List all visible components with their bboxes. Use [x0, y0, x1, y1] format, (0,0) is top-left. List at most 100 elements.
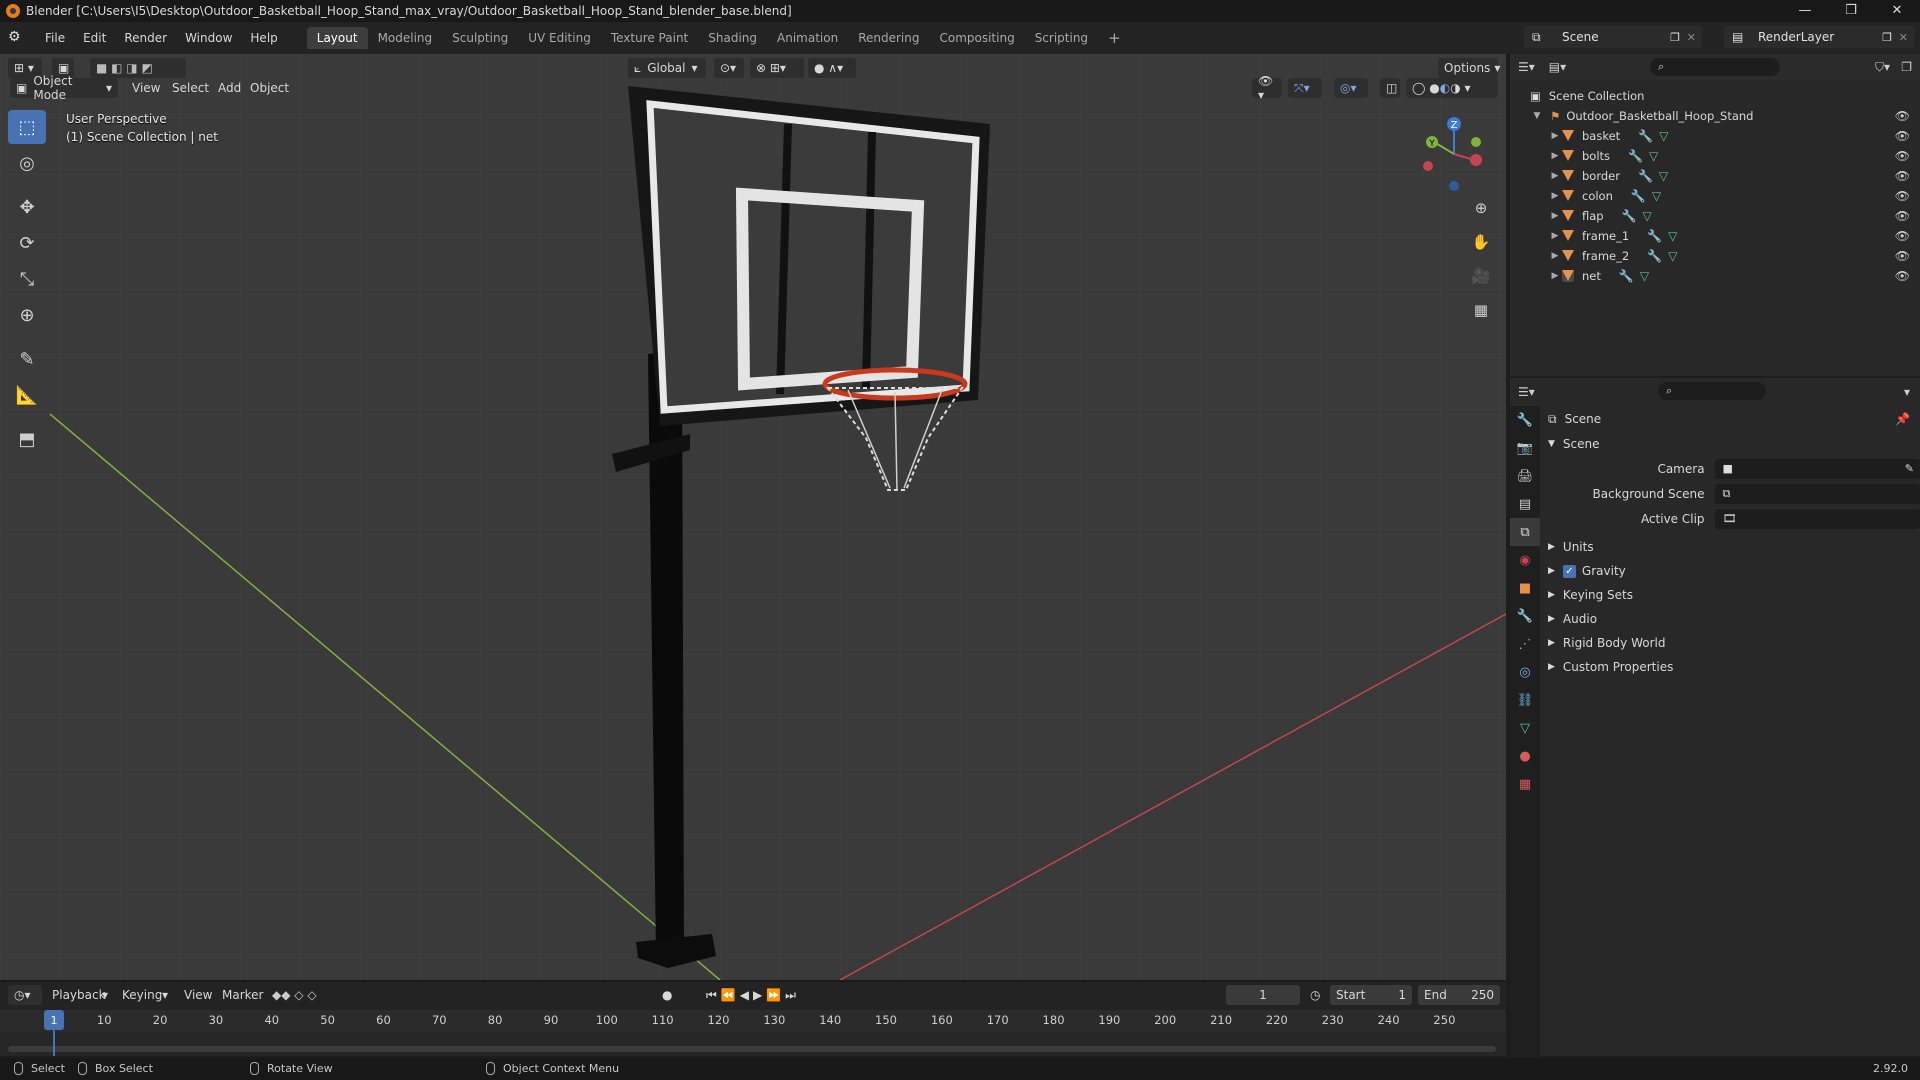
- active-clip-input[interactable]: 🎞: [1714, 508, 1920, 529]
- expand-triangle-icon[interactable]: ▶: [1548, 171, 1562, 181]
- panel-gravity[interactable]: ▶ ✓ Gravity: [1540, 559, 1920, 583]
- particles-tab-icon[interactable]: ⋰: [1510, 630, 1540, 658]
- record-button[interactable]: ●: [662, 985, 672, 1005]
- expand-triangle-icon[interactable]: ▶: [1548, 151, 1562, 161]
- preview-range-icon[interactable]: ◷: [1310, 985, 1320, 1005]
- menu-edit[interactable]: Edit: [74, 26, 115, 50]
- panel-custom-properties[interactable]: ▶ Custom Properties: [1540, 655, 1920, 679]
- modifier-mesh-icons[interactable]: 🔧 ▽: [1647, 249, 1677, 263]
- eye-icon[interactable]: 👁: [1895, 209, 1910, 223]
- outliner-object[interactable]: ▶ frame_1 🔧 ▽ 👁: [1510, 226, 1920, 246]
- timeline-menu-marker[interactable]: Marker: [222, 985, 263, 1005]
- modifier-mesh-icons[interactable]: 🔧 ▽: [1638, 169, 1668, 183]
- playhead[interactable]: 1: [44, 1010, 64, 1030]
- outliner-object[interactable]: ▶ basket 🔧 ▽ 👁: [1510, 126, 1920, 146]
- outliner-object[interactable]: ▶ bolts 🔧 ▽ 👁: [1510, 146, 1920, 166]
- end-frame-field[interactable]: End 250: [1418, 985, 1500, 1005]
- keyframe-buttons[interactable]: ◆◆ ◇ ◇: [272, 985, 317, 1005]
- menu-window[interactable]: Window: [176, 26, 241, 50]
- outliner-object[interactable]: ▶ colon 🔧 ▽ 👁: [1510, 186, 1920, 206]
- tab-scripting[interactable]: Scripting: [1025, 27, 1098, 49]
- background-scene-input[interactable]: ⧉: [1714, 483, 1920, 504]
- material-tab-icon[interactable]: ●: [1510, 742, 1540, 770]
- menu-render[interactable]: Render: [115, 26, 176, 50]
- eye-icon[interactable]: 👁: [1895, 249, 1910, 263]
- cursor-tool-icon[interactable]: ◎: [8, 146, 46, 180]
- modifier-tab-icon[interactable]: 🔧: [1510, 602, 1540, 630]
- eyedropper-icon[interactable]: ✎: [1905, 462, 1914, 475]
- expand-triangle-icon[interactable]: ▶: [1548, 231, 1562, 241]
- panel-scene[interactable]: ▼ Scene: [1540, 432, 1920, 456]
- navigation-gizmo[interactable]: Z Y: [1412, 112, 1492, 192]
- eye-icon[interactable]: 👁: [1895, 229, 1910, 243]
- menu-help[interactable]: Help: [241, 26, 286, 50]
- transform-tool-icon[interactable]: ⊕: [8, 298, 46, 332]
- select-box-tool-icon[interactable]: ⬚: [8, 110, 46, 144]
- viewport-menu-add[interactable]: Add: [218, 78, 241, 98]
- mesh-data-tab-icon[interactable]: ▽: [1510, 714, 1540, 742]
- ortho-toggle-icon[interactable]: ▦: [1467, 296, 1495, 324]
- pan-hand-icon[interactable]: ✋: [1467, 228, 1495, 256]
- menu-file[interactable]: File: [36, 26, 74, 50]
- eye-icon[interactable]: 👁: [1895, 269, 1910, 283]
- scene-selector[interactable]: ⧉ Scene ❐ ✕: [1524, 26, 1702, 48]
- timeline-menu-view[interactable]: View: [184, 985, 212, 1005]
- texture-tab-icon[interactable]: ▦: [1510, 770, 1540, 798]
- tab-layout[interactable]: Layout: [306, 27, 368, 49]
- timeline-menu-keying[interactable]: Keying: [122, 985, 162, 1005]
- tab-texture-paint[interactable]: Texture Paint: [601, 27, 698, 49]
- display-mode-icon[interactable]: ▤▾: [1549, 60, 1566, 74]
- tab-modeling[interactable]: Modeling: [368, 27, 443, 49]
- panel-units[interactable]: ▶ Units: [1540, 535, 1920, 559]
- remove-view-layer-icon[interactable]: ✕: [1899, 31, 1908, 44]
- tab-uv-editing[interactable]: UV Editing: [518, 27, 601, 49]
- start-frame-field[interactable]: Start 1: [1330, 985, 1412, 1005]
- 3d-viewport[interactable]: ⊞ ▾ ▣ ■ ◧ ◨ ◩ ⟀ Global ▾ ⊙▾ ⊗ ⊞▾ ● ∧▾ Op…: [0, 54, 1506, 980]
- expand-triangle-icon[interactable]: ▶: [1548, 271, 1562, 281]
- timeline-ruler[interactable]: 10 20 30 40 50 60 70 80 90 100 110 120 130 140 150 160 1…: [0, 1010, 1506, 1032]
- physics-tab-icon[interactable]: ◎: [1510, 658, 1540, 686]
- outliner-root[interactable]: ▣ Scene Collection: [1510, 86, 1920, 106]
- outliner-collection[interactable]: ▼ ⚑ Outdoor_Basketball_Hoop_Stand 👁: [1510, 106, 1920, 126]
- options-dropdown[interactable]: Options ▾: [1438, 58, 1500, 78]
- timeline-menu-playback[interactable]: Playback: [52, 985, 106, 1005]
- eye-icon[interactable]: 👁: [1895, 169, 1910, 183]
- maximize-button[interactable]: ❐: [1828, 0, 1874, 22]
- expand-triangle-icon[interactable]: ▶: [1548, 211, 1562, 221]
- panel-audio[interactable]: ▶ Audio: [1540, 607, 1920, 631]
- new-collection-icon[interactable]: ❐: [1901, 60, 1912, 74]
- new-scene-icon[interactable]: ❐: [1670, 31, 1680, 44]
- timeline-scrollbar[interactable]: [8, 1046, 1496, 1052]
- timeline-track-area[interactable]: [0, 1032, 1506, 1056]
- properties-search-input[interactable]: ⌕: [1658, 382, 1766, 400]
- view-layer-tab-icon[interactable]: ▤: [1510, 490, 1540, 518]
- tool-tab-icon[interactable]: 🔧: [1510, 406, 1540, 434]
- modifier-mesh-icons[interactable]: 🔧 ▽: [1619, 269, 1649, 283]
- scene-tab-icon[interactable]: ⧉: [1510, 518, 1540, 546]
- zoom-icon[interactable]: ⊕: [1467, 194, 1495, 222]
- chevron-down-icon[interactable]: ▾: [1904, 385, 1910, 399]
- expand-triangle-icon[interactable]: ▼: [1530, 111, 1544, 121]
- outliner-editor-icon[interactable]: ☰▾: [1518, 60, 1535, 74]
- add-cube-tool-icon[interactable]: ⬒: [8, 422, 46, 456]
- modifier-mesh-icons[interactable]: 🔧 ▽: [1622, 209, 1652, 223]
- xray-toggle[interactable]: ◫: [1380, 78, 1400, 98]
- gravity-checkbox[interactable]: ✓: [1562, 564, 1576, 578]
- pivot-point-dropdown[interactable]: ⊙▾: [714, 58, 744, 78]
- shading-mode-buttons[interactable]: ◯ ● ◐ ◑ ▾: [1406, 78, 1498, 98]
- expand-triangle-icon[interactable]: ▶: [1548, 191, 1562, 201]
- tab-compositing[interactable]: Compositing: [929, 27, 1024, 49]
- snap-toggle[interactable]: ⊗ ⊞▾: [750, 58, 804, 78]
- output-tab-icon[interactable]: 🖨: [1510, 462, 1540, 490]
- render-tab-icon[interactable]: 📷: [1510, 434, 1540, 462]
- modifier-mesh-icons[interactable]: 🔧 ▽: [1647, 229, 1677, 243]
- tab-animation[interactable]: Animation: [767, 27, 848, 49]
- transform-orientation-dropdown[interactable]: ⟀ Global ▾: [628, 58, 706, 78]
- viewport-menu-view[interactable]: View: [132, 78, 160, 98]
- tab-sculpting[interactable]: Sculpting: [442, 27, 518, 49]
- expand-triangle-icon[interactable]: ▶: [1548, 251, 1562, 261]
- visibility-dropdown[interactable]: 👁▾: [1252, 74, 1282, 102]
- pin-icon[interactable]: 📌: [1895, 412, 1910, 426]
- panel-rigid-body-world[interactable]: ▶ Rigid Body World: [1540, 631, 1920, 655]
- new-view-layer-icon[interactable]: ❐: [1882, 31, 1892, 44]
